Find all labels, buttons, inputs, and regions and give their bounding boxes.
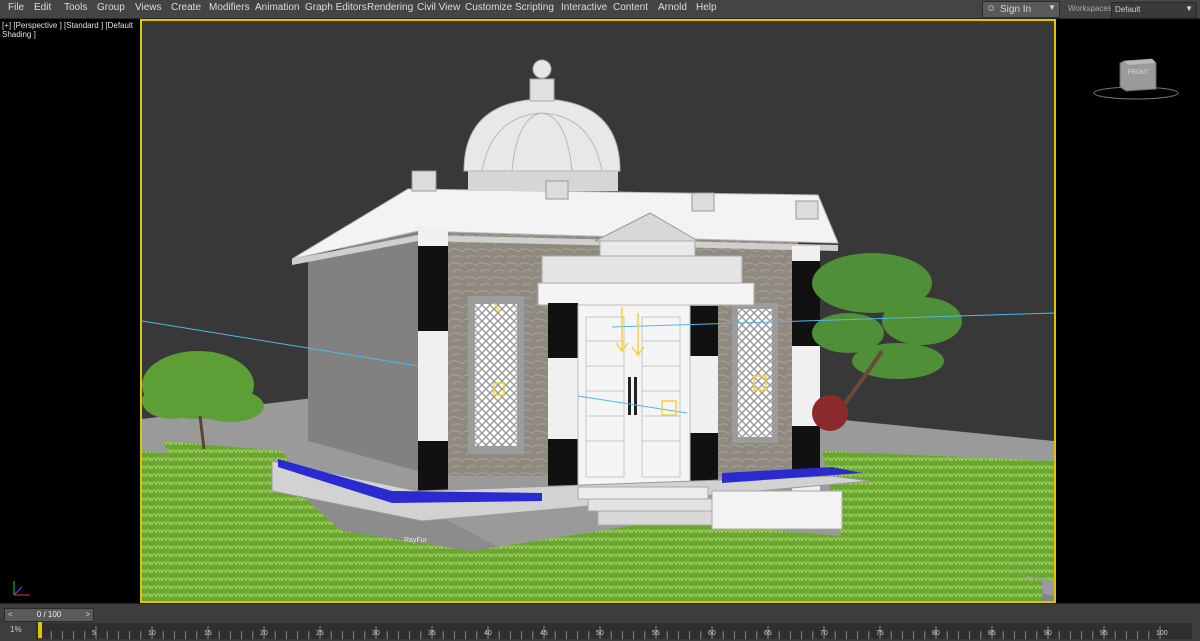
- menu-rendering[interactable]: Rendering: [367, 2, 413, 13]
- ruler-tick-label: 70: [820, 630, 828, 637]
- ruler-tick-label: 35: [428, 630, 436, 637]
- viewport-label[interactable]: [+] [Perspective ] [Standard ] [Default …: [2, 21, 140, 39]
- track-bar[interactable]: 5 10 15 20 25 30 35 40 45 50 55 60 65 70 75 80 85 90 95 100: [36, 623, 1192, 639]
- next-frame-icon[interactable]: >: [85, 610, 90, 619]
- sign-in-label: Sign In: [1000, 4, 1032, 15]
- ruler-tick-label: 55: [652, 630, 660, 637]
- left-panel: [+] [Perspective ] [Standard ] [Default …: [0, 19, 140, 603]
- ruler-tick-label: 100: [1156, 630, 1168, 637]
- ruler-tick-label: 20: [260, 630, 268, 637]
- viewcube[interactable]: [1086, 49, 1186, 109]
- ruler-tick-label: 85: [988, 630, 996, 637]
- timeline: < 0 / 100 > 1% 5 10 15 20 25 30 35 40 45 50 55 60 65…: [0, 603, 1200, 641]
- scene-render: [142, 59, 1054, 601]
- axis-tripod-icon: [13, 581, 30, 596]
- menu-graph-editors[interactable]: Graph Editors: [305, 2, 367, 13]
- menu-views[interactable]: Views: [135, 2, 162, 13]
- time-slider[interactable]: < 0 / 100 >: [4, 608, 94, 622]
- ruler-tick-label: 15: [204, 630, 212, 637]
- ruler-tick-label: 65: [764, 630, 772, 637]
- track-bar-ticks: 5 10 15 20 25 30 35 40 45 50 55 60 65 70 75 80 85 90 95 100: [39, 626, 1168, 639]
- ruler-tick-label: 60: [708, 630, 716, 637]
- ruler-tick-label: 75: [876, 630, 884, 637]
- ruler-tick-label: 5: [92, 630, 96, 637]
- workspaces-label: Workspaces:: [1068, 4, 1115, 13]
- ruler-tick-label: 40: [484, 630, 492, 637]
- menu-content[interactable]: Content: [613, 2, 648, 13]
- menu-help[interactable]: Help: [696, 2, 717, 13]
- chevron-down-icon: ▼: [1185, 4, 1193, 13]
- menu-tools[interactable]: Tools: [64, 2, 87, 13]
- menu-civil-view[interactable]: Civil View: [417, 2, 460, 13]
- workspaces-dropdown[interactable]: Default ▼: [1111, 2, 1197, 18]
- menu-bar: File Edit Tools Group Views Create Modif…: [0, 0, 1200, 19]
- user-icon: ☺: [986, 3, 997, 14]
- menu-file[interactable]: File: [8, 2, 24, 13]
- menu-scripting[interactable]: Scripting: [515, 2, 554, 13]
- menu-animation[interactable]: Animation: [255, 2, 299, 13]
- ruler-tick-label: 45: [540, 630, 548, 637]
- workspaces-value: Default: [1115, 5, 1141, 14]
- menu-create[interactable]: Create: [171, 2, 201, 13]
- timeline-percent: 1%: [10, 625, 22, 634]
- menu-modifiers[interactable]: Modifiers: [209, 2, 250, 13]
- ruler-tick-label: 90: [1044, 630, 1052, 637]
- menu-edit[interactable]: Edit: [34, 2, 51, 13]
- menu-arnold[interactable]: Arnold: [658, 2, 687, 13]
- chevron-down-icon: ▼: [1048, 3, 1056, 12]
- ruler-tick-label: 10: [148, 630, 156, 637]
- sign-in-button[interactable]: ☺ Sign In ▼: [982, 1, 1060, 18]
- ruler-tick-label: 80: [932, 630, 940, 637]
- ruler-tick-label: 95: [1100, 630, 1108, 637]
- menu-group[interactable]: Group: [97, 2, 125, 13]
- ruler-tick-label: 30: [372, 630, 380, 637]
- right-panel: FRONT: [1056, 19, 1200, 603]
- ruler-tick-label: 50: [596, 630, 604, 637]
- time-marker[interactable]: [38, 622, 42, 638]
- frame-counter: 0 / 100: [36, 610, 62, 619]
- perspective-viewport[interactable]: RayFur: [140, 19, 1056, 603]
- object-label: RayFur: [404, 537, 427, 544]
- menu-interactive[interactable]: Interactive: [561, 2, 607, 13]
- menu-customize[interactable]: Customize: [465, 2, 512, 13]
- ruler-tick-label: 25: [316, 630, 324, 637]
- viewcube-face-label: FRONT: [1128, 70, 1149, 76]
